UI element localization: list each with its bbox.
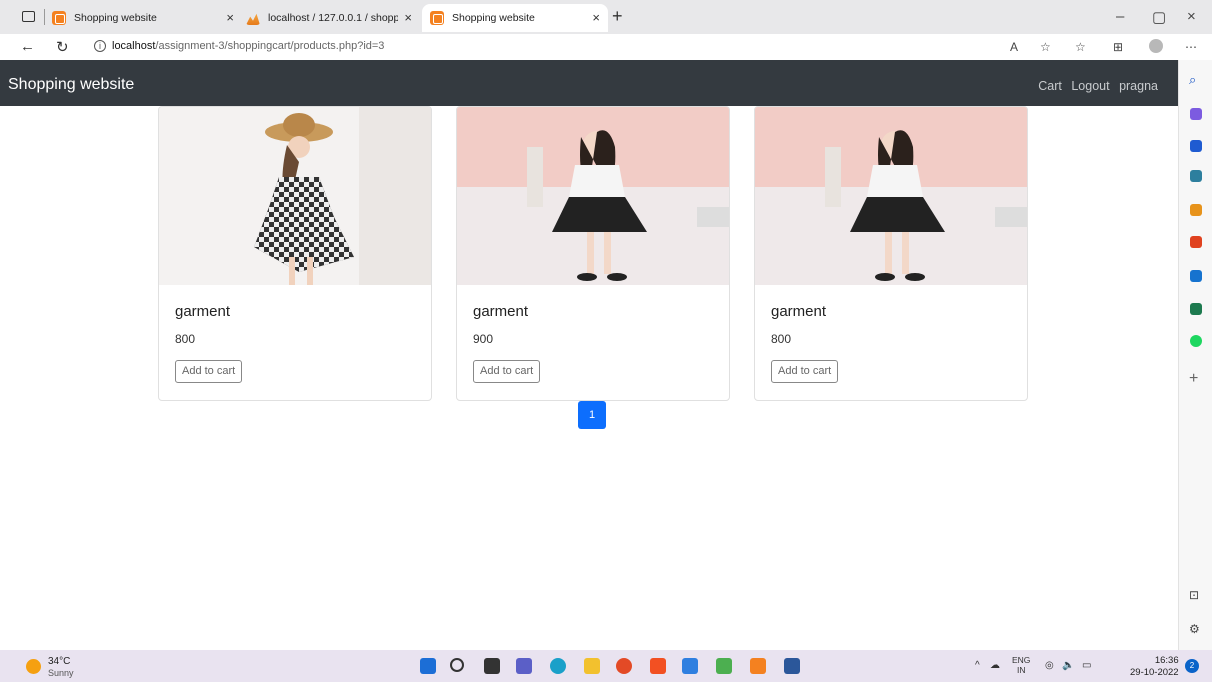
add-to-cart-button[interactable]: Add to cart bbox=[473, 360, 541, 383]
product-card: garment 800 Add to cart bbox=[754, 106, 1028, 401]
browser-tab-bar: Shopping website × localhost / 127.0.0.1… bbox=[0, 0, 1212, 34]
product-price: 800 bbox=[771, 332, 792, 346]
profile-avatar-icon[interactable] bbox=[1149, 39, 1163, 53]
close-tab-icon[interactable]: × bbox=[226, 10, 234, 25]
clock[interactable]: 16:36 29-10-2022 bbox=[1130, 655, 1179, 679]
windows-taskbar: 34°C Sunny ^ ☁ ENG IN ◎ 🔈 ▭ 16:36 29-10-… bbox=[0, 650, 1212, 682]
tab-actions-icon[interactable] bbox=[22, 11, 35, 22]
product-card: garment 800 Add to cart bbox=[158, 106, 432, 401]
more-icon[interactable]: ⋯ bbox=[1185, 40, 1197, 54]
discover-icon[interactable] bbox=[1190, 108, 1202, 120]
product-name: garment bbox=[771, 303, 827, 320]
url-host: localhost bbox=[112, 40, 156, 52]
refresh-icon[interactable]: ↻ bbox=[56, 38, 69, 56]
settings-gear-icon[interactable]: ⚙ bbox=[1189, 622, 1200, 636]
phpmyadmin-favicon-icon bbox=[246, 13, 260, 25]
product-name: garment bbox=[473, 303, 529, 320]
add-to-cart-button[interactable]: Add to cart bbox=[771, 360, 839, 383]
xampp-favicon-icon bbox=[52, 11, 66, 25]
address-bar: ← ↻ i localhost/assignment-3/shoppingcar… bbox=[0, 34, 1212, 60]
chrome-icon[interactable] bbox=[616, 658, 632, 674]
tab-separator bbox=[44, 9, 45, 25]
weather-temperature[interactable]: 34°C bbox=[48, 656, 70, 667]
product-image[interactable] bbox=[159, 107, 431, 285]
favorites-icon[interactable]: ☆ bbox=[1075, 40, 1086, 54]
start-icon[interactable] bbox=[420, 658, 436, 674]
language-indicator[interactable]: ENG IN bbox=[1012, 655, 1030, 675]
read-aloud-icon[interactable]: A bbox=[1010, 40, 1018, 54]
xampp-favicon-icon bbox=[430, 11, 444, 25]
task-view-icon[interactable] bbox=[484, 658, 500, 674]
screen: Shopping website × localhost / 127.0.0.1… bbox=[0, 0, 1212, 682]
hide-sidebar-icon[interactable]: ⊡ bbox=[1189, 588, 1199, 602]
outlook-icon[interactable] bbox=[1190, 270, 1202, 282]
minimize-icon[interactable]: – bbox=[1116, 8, 1124, 25]
product-photo-girl-checked-dress bbox=[159, 107, 431, 285]
favorite-icon[interactable]: ☆ bbox=[1040, 40, 1051, 54]
site-brand[interactable]: Shopping website bbox=[8, 76, 134, 94]
product-photo-girl-polka-dress bbox=[457, 107, 729, 285]
word-icon[interactable] bbox=[784, 658, 800, 674]
product-card: garment 900 Add to cart bbox=[456, 106, 730, 401]
product-image[interactable] bbox=[457, 107, 729, 285]
new-tab-icon[interactable]: + bbox=[612, 6, 623, 27]
nav-cart-link[interactable]: Cart bbox=[1038, 79, 1062, 93]
battery-icon[interactable]: ▭ bbox=[1082, 660, 1091, 671]
weather-description[interactable]: Sunny bbox=[48, 668, 74, 678]
file-explorer-icon[interactable] bbox=[584, 658, 600, 674]
product-image[interactable] bbox=[755, 107, 1027, 285]
restore-icon[interactable]: ▢ bbox=[1152, 8, 1166, 26]
url-path: /assignment-3/shoppingcart/products.php?… bbox=[155, 40, 385, 52]
tab-shopping-website-active[interactable]: Shopping website × bbox=[422, 4, 608, 32]
tray-overflow-icon[interactable]: ^ bbox=[975, 660, 980, 671]
store-icon[interactable] bbox=[650, 658, 666, 674]
pagination-page-button[interactable]: 1 bbox=[578, 401, 606, 429]
edge-taskbar-icon[interactable] bbox=[550, 658, 566, 674]
product-price: 900 bbox=[473, 332, 494, 346]
back-icon[interactable]: ← bbox=[20, 38, 35, 55]
close-tab-icon[interactable]: × bbox=[592, 10, 600, 25]
product-name: garment bbox=[175, 303, 231, 320]
volume-icon[interactable]: 🔈 bbox=[1062, 660, 1074, 671]
wifi-icon[interactable]: ◎ bbox=[1045, 660, 1054, 671]
language-region: IN bbox=[1016, 665, 1026, 675]
edge-sidebar: ⌕ + ⊡ ⚙ bbox=[1178, 60, 1212, 650]
weather-sun-icon[interactable] bbox=[26, 659, 41, 674]
search-taskbar-icon[interactable] bbox=[450, 658, 464, 672]
url-field[interactable]: localhost/assignment-3/shoppingcart/prod… bbox=[112, 40, 384, 52]
product-price: 800 bbox=[175, 332, 196, 346]
chat-icon[interactable] bbox=[516, 658, 532, 674]
tab-title: Shopping website bbox=[452, 12, 535, 24]
language-code: ENG bbox=[1012, 655, 1031, 665]
site-info-icon[interactable]: i bbox=[94, 40, 106, 52]
tools-icon[interactable] bbox=[1190, 170, 1202, 182]
xampp-taskbar-icon[interactable] bbox=[750, 658, 766, 674]
shopping-icon[interactable] bbox=[1190, 140, 1202, 152]
tray-network-icon[interactable]: ☁ bbox=[990, 660, 1000, 671]
spotify-icon[interactable] bbox=[1190, 335, 1202, 347]
nav-links: Cart Logout pragna bbox=[1032, 79, 1158, 93]
search-icon[interactable]: ⌕ bbox=[1189, 72, 1196, 88]
clock-time: 16:36 bbox=[1154, 655, 1179, 666]
clock-date: 29-10-2022 bbox=[1130, 667, 1179, 678]
close-tab-icon[interactable]: × bbox=[404, 10, 412, 25]
collections-icon[interactable]: ⊞ bbox=[1113, 40, 1123, 54]
app-icon[interactable] bbox=[716, 658, 732, 674]
product-photo-girl-polka-dress bbox=[755, 107, 1027, 285]
close-window-icon[interactable]: × bbox=[1187, 8, 1196, 25]
add-to-cart-button[interactable]: Add to cart bbox=[175, 360, 243, 383]
tab-shopping-website-1[interactable]: Shopping website × bbox=[52, 4, 242, 32]
drop-icon[interactable] bbox=[1190, 303, 1202, 315]
games-icon[interactable] bbox=[1190, 204, 1202, 216]
add-sidebar-app-icon[interactable]: + bbox=[1189, 370, 1198, 388]
office-icon[interactable] bbox=[1190, 236, 1202, 248]
tab-phpmyadmin[interactable]: localhost / 127.0.0.1 / shopping × bbox=[246, 4, 420, 32]
notification-badge[interactable]: 2 bbox=[1185, 659, 1199, 673]
nav-user-link[interactable]: pragna bbox=[1119, 79, 1158, 93]
tab-title: localhost / 127.0.0.1 / shopping bbox=[268, 12, 398, 24]
nav-logout-link[interactable]: Logout bbox=[1071, 79, 1109, 93]
site-navbar: Shopping website Cart Logout pragna bbox=[0, 60, 1178, 106]
vscode-icon[interactable] bbox=[682, 658, 698, 674]
tab-title: Shopping website bbox=[74, 12, 157, 24]
